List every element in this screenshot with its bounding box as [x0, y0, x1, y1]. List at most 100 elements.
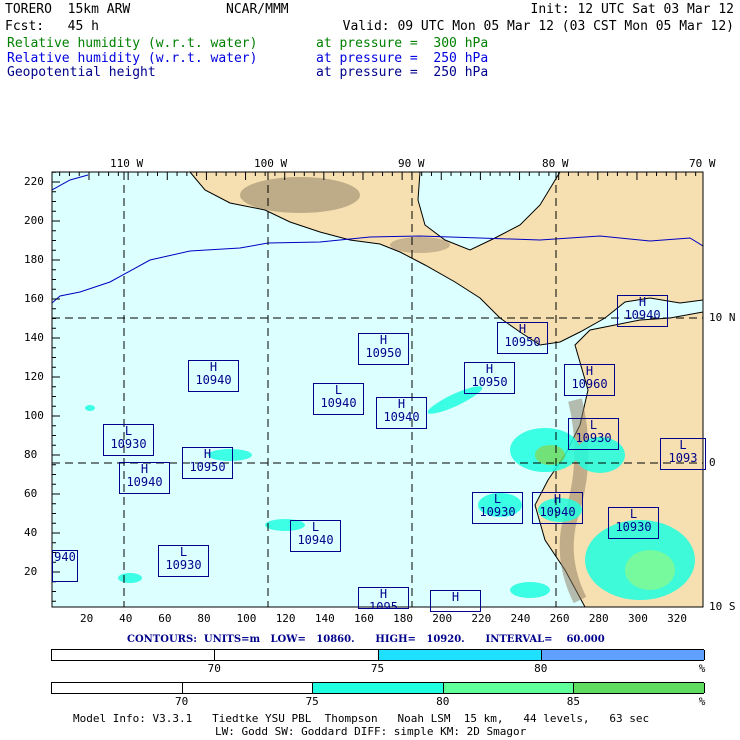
x-tick-label: 200 [432, 612, 453, 625]
high-center: H 10940 [532, 492, 583, 524]
center-value: 10950 [471, 375, 508, 389]
colorbar-label: 70 [207, 662, 221, 675]
colorbar-segment [215, 650, 379, 660]
y-tick-label: 80 [24, 448, 38, 461]
x-tick-label: 140 [314, 612, 335, 625]
low-center: L 10930 [568, 418, 619, 450]
weather-map-figure: TORERO 15km ARW NCAR/MMM Init: 12 UTC Sa… [0, 0, 740, 740]
x-tick-label: 280 [588, 612, 609, 625]
low-center: L 10930 [103, 424, 154, 456]
high-center: H 10950 [464, 362, 515, 394]
center-value: 10940 [195, 373, 232, 387]
low-center: L 10940 [290, 520, 341, 552]
x-tick-label: 300 [627, 612, 648, 625]
longitude-label: 80 W [542, 157, 569, 170]
high-center: H 10940 [119, 462, 170, 494]
colorbar-segment [52, 650, 216, 660]
low-center: L 1093 [660, 438, 706, 470]
low-center: L 10930 [158, 545, 209, 577]
center-value: 940 [54, 550, 76, 564]
high-center: H [430, 590, 481, 612]
colorbar-label: 85 [566, 695, 581, 708]
center-value: 10960 [571, 377, 608, 391]
high-center: H 10940 [188, 360, 239, 392]
y-tick-label: 120 [24, 370, 44, 383]
x-tick-label: 320 [667, 612, 687, 625]
high-center: H 10950 [358, 333, 409, 365]
center-value: 10940 [297, 533, 334, 547]
center-value: 10940 [126, 475, 163, 489]
y-tick-label: 220 [24, 175, 44, 188]
center-value: 10930 [110, 437, 147, 451]
center-value: 10950 [189, 460, 226, 474]
colorbar-300hpa [51, 682, 705, 694]
x-tick-label: 240 [510, 612, 531, 625]
y-tick-label: 60 [24, 487, 38, 500]
longitude-label: 100 W [254, 157, 288, 170]
colorbar-segment [313, 683, 444, 693]
colorbar-segment [52, 683, 183, 693]
contour-info: CONTOURS: UNITS=m LOW= 10860. HIGH= 1092… [127, 634, 605, 645]
high-center: H 10940 [376, 397, 427, 429]
high-center: H 10950 [497, 322, 548, 354]
center-type: H [451, 590, 460, 604]
center-value: 10940 [383, 410, 420, 424]
center-value: 10940 [624, 308, 661, 322]
y-tick-label: 180 [24, 253, 44, 266]
colorbar-segment [443, 683, 575, 693]
latitude-label: 10 S [709, 600, 736, 613]
colorbar-label: 70 [174, 695, 189, 708]
colorbar-label: 80 [534, 662, 548, 675]
x-tick-label: 20 [80, 612, 94, 625]
latitude-label: 10 N [709, 311, 736, 324]
colorbar-segment [574, 683, 705, 693]
model-info: Model Info: V3.3.1 Tiedtke YSU PBL Thomp… [73, 712, 650, 725]
colorbar-label: 75 [305, 695, 319, 708]
center-value: 10940 [320, 396, 357, 410]
latitude-label: 0 [709, 456, 716, 469]
low-center: L 10930 [472, 492, 523, 524]
y-tick-label: 100 [24, 409, 44, 422]
y-tick-label: 200 [24, 214, 44, 227]
y-tick-label: 40 [24, 526, 38, 539]
longitude-label: 110 W [110, 157, 144, 170]
colorbar-label: 75 [370, 662, 385, 675]
x-tick-label: 180 [393, 612, 413, 625]
colorbar-label: % [698, 662, 706, 675]
x-tick-label: 220 [471, 612, 492, 625]
center-value: 10930 [479, 505, 516, 519]
map-plot [51, 171, 704, 608]
x-tick-label: 80 [197, 612, 211, 625]
x-tick-label: 40 [119, 612, 133, 625]
center-value: 10950 [365, 346, 402, 360]
high-center: H 10960 [564, 364, 615, 396]
longitude-label: 90 W [398, 157, 425, 170]
high-center: H 10940 [617, 295, 668, 327]
low-center: L 10940 [313, 383, 364, 415]
center-value: 1093 [668, 451, 698, 465]
center-value: 10940 [539, 505, 576, 519]
physics-info: LW: Godd SW: Goddard DIFF: simple KM: 2D… [215, 725, 527, 738]
x-tick-label: 160 [353, 612, 374, 625]
mountains-central-america [390, 237, 450, 253]
x-tick-label: 60 [158, 612, 172, 625]
colorbar-label: 80 [436, 695, 450, 708]
x-tick-label: 260 [549, 612, 570, 625]
mountains-mexico [240, 177, 360, 213]
center-value: 1095 [369, 600, 398, 609]
y-tick-label: 20 [24, 565, 38, 578]
center-value: 10930 [165, 558, 202, 572]
x-tick-label: 100 [236, 612, 257, 625]
center-value: 10930 [615, 520, 652, 534]
high-center: H 10950 [182, 447, 233, 479]
low-center: L 10930 [608, 507, 659, 539]
colorbar-label: % [698, 695, 706, 708]
x-tick-label: 120 [275, 612, 296, 625]
y-tick-label: 160 [24, 292, 44, 305]
center-value: 10930 [575, 431, 612, 445]
colorbar-250hpa [51, 649, 705, 661]
y-tick-label: 140 [24, 331, 44, 344]
colorbar-segment [182, 683, 314, 693]
high-center: 940 [52, 550, 78, 582]
high-center: H 1095 [358, 587, 409, 609]
